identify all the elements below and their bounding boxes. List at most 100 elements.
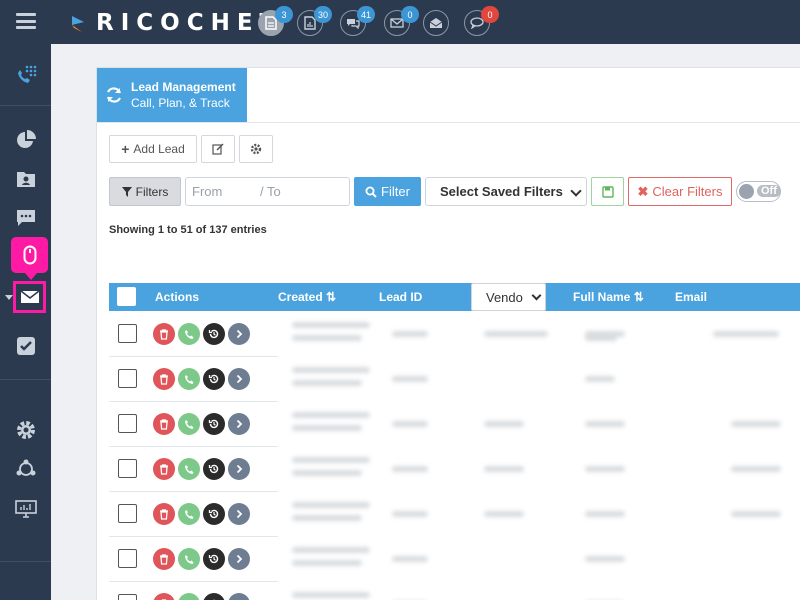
delete-button[interactable] bbox=[153, 323, 175, 345]
to-placeholder: / To bbox=[260, 184, 281, 199]
row-checkbox[interactable] bbox=[118, 594, 137, 600]
logo-mark-icon bbox=[72, 16, 84, 32]
vendor-column-select[interactable]: Vendo bbox=[471, 283, 546, 311]
table-row[interactable] bbox=[109, 582, 800, 600]
chevron-right-icon bbox=[236, 509, 243, 519]
row-actions-cell bbox=[109, 582, 278, 600]
clear-filters-button[interactable]: ✖ Clear Filters bbox=[628, 177, 732, 206]
delete-button[interactable] bbox=[153, 458, 175, 480]
documents-icon[interactable]: 3 bbox=[258, 6, 293, 36]
call-button[interactable] bbox=[178, 323, 200, 345]
email-icon[interactable] bbox=[13, 281, 46, 313]
delete-button[interactable] bbox=[153, 368, 175, 390]
search-icon bbox=[365, 186, 377, 198]
open-lead-button[interactable] bbox=[228, 323, 250, 345]
phone-dialpad-icon[interactable] bbox=[0, 60, 51, 90]
filter-toggle[interactable]: Off bbox=[736, 181, 781, 202]
history-icon bbox=[208, 464, 219, 474]
file-chart-icon[interactable]: 30 bbox=[297, 6, 332, 36]
row-checkbox[interactable] bbox=[118, 369, 137, 388]
history-button[interactable] bbox=[203, 593, 225, 600]
edit-button[interactable] bbox=[201, 135, 235, 163]
row-data bbox=[278, 537, 800, 582]
history-button[interactable] bbox=[203, 548, 225, 570]
call-button[interactable] bbox=[178, 458, 200, 480]
menu-icon[interactable] bbox=[16, 13, 36, 29]
row-checkbox[interactable] bbox=[118, 504, 137, 523]
redacted-text bbox=[392, 421, 428, 427]
save-filter-button[interactable] bbox=[591, 177, 624, 206]
open-lead-button[interactable] bbox=[228, 413, 250, 435]
monitor-chart-icon[interactable] bbox=[0, 494, 51, 524]
table-row[interactable] bbox=[109, 447, 800, 492]
delete-button[interactable] bbox=[153, 593, 175, 600]
col-lead-id[interactable]: Lead ID bbox=[379, 290, 422, 304]
trash-icon bbox=[160, 328, 168, 340]
col-full-name-label: Full Name bbox=[573, 290, 631, 304]
open-lead-button[interactable] bbox=[228, 368, 250, 390]
col-created-label: Created bbox=[278, 290, 323, 304]
sort-icon: ⇅ bbox=[633, 290, 644, 304]
chevron-down-icon bbox=[531, 290, 542, 301]
open-lead-button[interactable] bbox=[228, 458, 250, 480]
open-mail-icon[interactable] bbox=[423, 10, 449, 36]
call-button[interactable] bbox=[178, 503, 200, 525]
filter-button[interactable]: Filter bbox=[354, 177, 421, 206]
call-button[interactable] bbox=[178, 368, 200, 390]
redacted-text bbox=[292, 592, 370, 598]
pie-chart-icon[interactable] bbox=[0, 125, 51, 155]
settings-gear-icon[interactable] bbox=[0, 415, 51, 445]
history-icon bbox=[208, 329, 219, 339]
sort-icon: ⇅ bbox=[326, 290, 337, 304]
call-button[interactable] bbox=[178, 413, 200, 435]
redacted-text bbox=[484, 511, 524, 517]
chevron-right-icon bbox=[236, 419, 243, 429]
history-icon bbox=[208, 419, 219, 429]
mouse-icon[interactable] bbox=[11, 237, 48, 280]
tab-lead-management[interactable]: Lead Management Call, Plan, & Track bbox=[97, 68, 247, 122]
open-lead-button[interactable] bbox=[228, 548, 250, 570]
trash-icon bbox=[160, 463, 168, 475]
history-button[interactable] bbox=[203, 413, 225, 435]
delete-button[interactable] bbox=[153, 548, 175, 570]
table-row[interactable] bbox=[109, 537, 800, 582]
contacts-folder-icon[interactable] bbox=[0, 164, 51, 194]
chat-icon[interactable] bbox=[0, 203, 51, 233]
phone-icon bbox=[184, 554, 193, 564]
row-checkbox[interactable] bbox=[118, 549, 137, 568]
table-row[interactable] bbox=[109, 312, 800, 357]
col-email[interactable]: Email bbox=[675, 290, 707, 304]
delete-button[interactable] bbox=[153, 413, 175, 435]
row-checkbox[interactable] bbox=[118, 324, 137, 343]
open-lead-button[interactable] bbox=[228, 503, 250, 525]
col-created[interactable]: Created ⇅ bbox=[278, 290, 336, 304]
row-data bbox=[278, 357, 800, 402]
table-row[interactable] bbox=[109, 357, 800, 402]
col-full-name[interactable]: Full Name ⇅ bbox=[573, 290, 644, 304]
chat-icon[interactable]: 41 bbox=[340, 6, 375, 36]
settings-button[interactable] bbox=[239, 135, 273, 163]
mail-icon[interactable]: 0 bbox=[384, 6, 419, 36]
filters-button[interactable]: Filters bbox=[109, 177, 181, 206]
call-button[interactable] bbox=[178, 593, 200, 600]
history-button[interactable] bbox=[203, 458, 225, 480]
row-checkbox[interactable] bbox=[118, 414, 137, 433]
sms-icon[interactable]: 0 bbox=[464, 6, 499, 36]
history-button[interactable] bbox=[203, 368, 225, 390]
select-all-checkbox[interactable] bbox=[117, 287, 136, 306]
delete-button[interactable] bbox=[153, 503, 175, 525]
call-button[interactable] bbox=[178, 548, 200, 570]
row-checkbox[interactable] bbox=[118, 459, 137, 478]
task-check-icon[interactable] bbox=[0, 331, 51, 361]
open-lead-button[interactable] bbox=[228, 593, 250, 600]
table-row[interactable] bbox=[109, 402, 800, 447]
phone-icon bbox=[184, 374, 193, 384]
integrations-icon[interactable] bbox=[0, 454, 51, 484]
add-lead-button[interactable]: + Add Lead bbox=[109, 135, 197, 163]
expand-caret-icon[interactable] bbox=[5, 295, 13, 300]
date-range-input[interactable]: From / To bbox=[185, 177, 350, 206]
saved-filters-select[interactable]: Select Saved Filters bbox=[425, 177, 587, 206]
table-row[interactable] bbox=[109, 492, 800, 537]
history-button[interactable] bbox=[203, 323, 225, 345]
history-button[interactable] bbox=[203, 503, 225, 525]
